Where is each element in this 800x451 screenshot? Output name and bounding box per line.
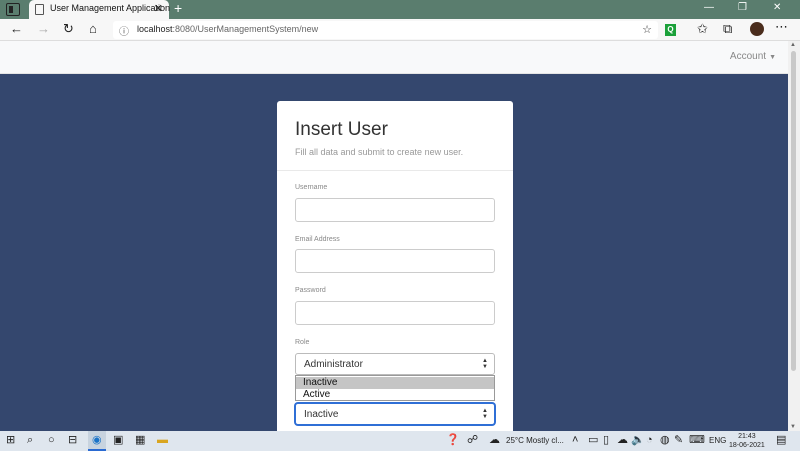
status-select[interactable]: Inactive ▲ ▼ [295,403,495,425]
role-select[interactable]: Administrator ▲ ▼ [295,353,495,375]
help-icon[interactable]: ❓ [446,434,460,447]
select-arrows-icon: ▲ ▼ [482,358,488,370]
tab-close-button[interactable]: ✕ [154,2,163,15]
windows-taskbar: ⊞ ⌕ ○ ⊟ ◉ ▣ ▦ ▬ ❓ ☍ ☁ 25°C Mostly cl... … [0,431,800,451]
browser-toolbar: ← → ↻ ⌂ ⓘ localhost:8080/UserManagementS… [0,19,800,41]
page-subtitle: Fill all data and submit to create new u… [295,147,464,157]
file-explorer-icon[interactable]: ▬ [157,434,168,447]
top-navbar: Account ▼ [0,41,788,74]
chevron-down-icon: ▼ [769,54,776,61]
role-label: Role [295,339,310,346]
page-viewport: Account ▼ Insert User Fill all data and s… [0,41,788,431]
notification-icon[interactable]: ▤ [776,434,786,447]
language-indicator[interactable]: ENG [709,436,726,445]
widgets-icon[interactable]: ⊟ [68,434,77,447]
chevron-up-icon[interactable]: ˄ [572,434,578,447]
refresh-icon[interactable]: ↻ [63,22,74,36]
terminal-icon[interactable]: ▣ [113,434,123,447]
url-text[interactable]: localhost:8080/UserManagementSystem/new [137,24,318,34]
status-selected-value: Inactive [304,409,339,420]
profile-avatar[interactable] [750,22,764,36]
wifi-icon[interactable]: ◔ [646,434,653,447]
browser-tab[interactable]: User Management Application ✕ [29,0,171,19]
onedrive-icon[interactable]: ☁ [617,434,628,447]
tab-title: User Management Application [50,3,171,13]
password-input[interactable] [295,301,495,325]
system-clock[interactable]: 21:43 18-06-2021 [729,432,765,450]
password-label: Password [295,287,326,294]
role-selected-value: Administrator [304,359,363,370]
favorites-icon[interactable]: ✩ [697,22,708,36]
account-dropdown[interactable]: Account ▼ [730,51,776,62]
account-label: Account [729,51,767,62]
minimize-button[interactable]: — [704,2,714,13]
window-close-button[interactable]: ✕ [773,2,781,13]
username-input[interactable] [295,198,495,222]
scroll-up-icon[interactable]: ▲ [790,42,796,48]
weather-text[interactable]: 25°C Mostly cl... [506,436,564,445]
windows-start-icon[interactable]: ⊞ [6,434,15,447]
weather-icon[interactable]: ☁ [489,434,500,447]
keyboard-icon[interactable]: ⌨ [689,434,705,447]
new-tab-button[interactable]: + [174,0,182,16]
restore-button[interactable]: ❐ [738,2,747,13]
security-icon[interactable]: ◍ [660,434,670,447]
info-icon[interactable]: ⓘ [119,23,129,38]
scrollbar-thumb[interactable] [791,51,796,371]
browser-tab-bar: User Management Application ✕ + — ❐ ✕ [0,0,800,19]
edge-icon: ◉ [92,434,102,446]
favorite-star-icon[interactable]: ☆ [642,23,652,36]
url-path: :8080/UserManagementSystem/new [172,24,319,34]
more-icon[interactable]: ⋯ [775,20,788,34]
people-icon[interactable]: ☍ [467,434,478,447]
page-title: Insert User [295,119,388,140]
email-label: Email Address [295,236,340,243]
address-bar[interactable]: ⓘ localhost:8080/UserManagementSystem/ne… [113,21,658,39]
username-label: Username [295,184,328,191]
card-header: Insert User Fill all data and submit to … [277,101,513,171]
status-option-active[interactable]: Active [296,389,494,401]
app-icon[interactable]: ▦ [135,434,145,447]
page-scrollbar[interactable]: ▲ ▼ [788,41,800,431]
collections-icon[interactable]: ⧉ [723,22,732,36]
email-input[interactable] [295,249,495,273]
task-view-icon[interactable]: ○ [48,434,55,447]
extension-icon[interactable]: Q [665,24,676,36]
select-arrows-icon: ▲ ▼ [482,408,488,420]
volume-icon[interactable]: 🔈 [631,434,645,447]
search-icon[interactable]: ⌕ [27,434,33,447]
network-icon[interactable]: ▭ [588,434,598,447]
back-arrow-icon[interactable]: ← [10,22,23,36]
scroll-down-icon[interactable]: ▼ [790,424,796,430]
pen-icon[interactable]: ✎ [674,434,683,447]
url-host: localhost [137,24,173,34]
clock-date: 18-06-2021 [729,442,765,449]
status-option-inactive[interactable]: Inactive [296,377,494,389]
battery-icon[interactable]: ▯ [603,434,609,447]
status-dropdown-list: Inactive Active [295,375,495,401]
forward-arrow-icon[interactable]: → [37,22,50,36]
page-favicon-icon [35,4,44,15]
clock-time: 21:43 [738,433,756,440]
tab-actions-icon[interactable] [6,3,20,16]
home-icon[interactable]: ⌂ [89,22,97,36]
